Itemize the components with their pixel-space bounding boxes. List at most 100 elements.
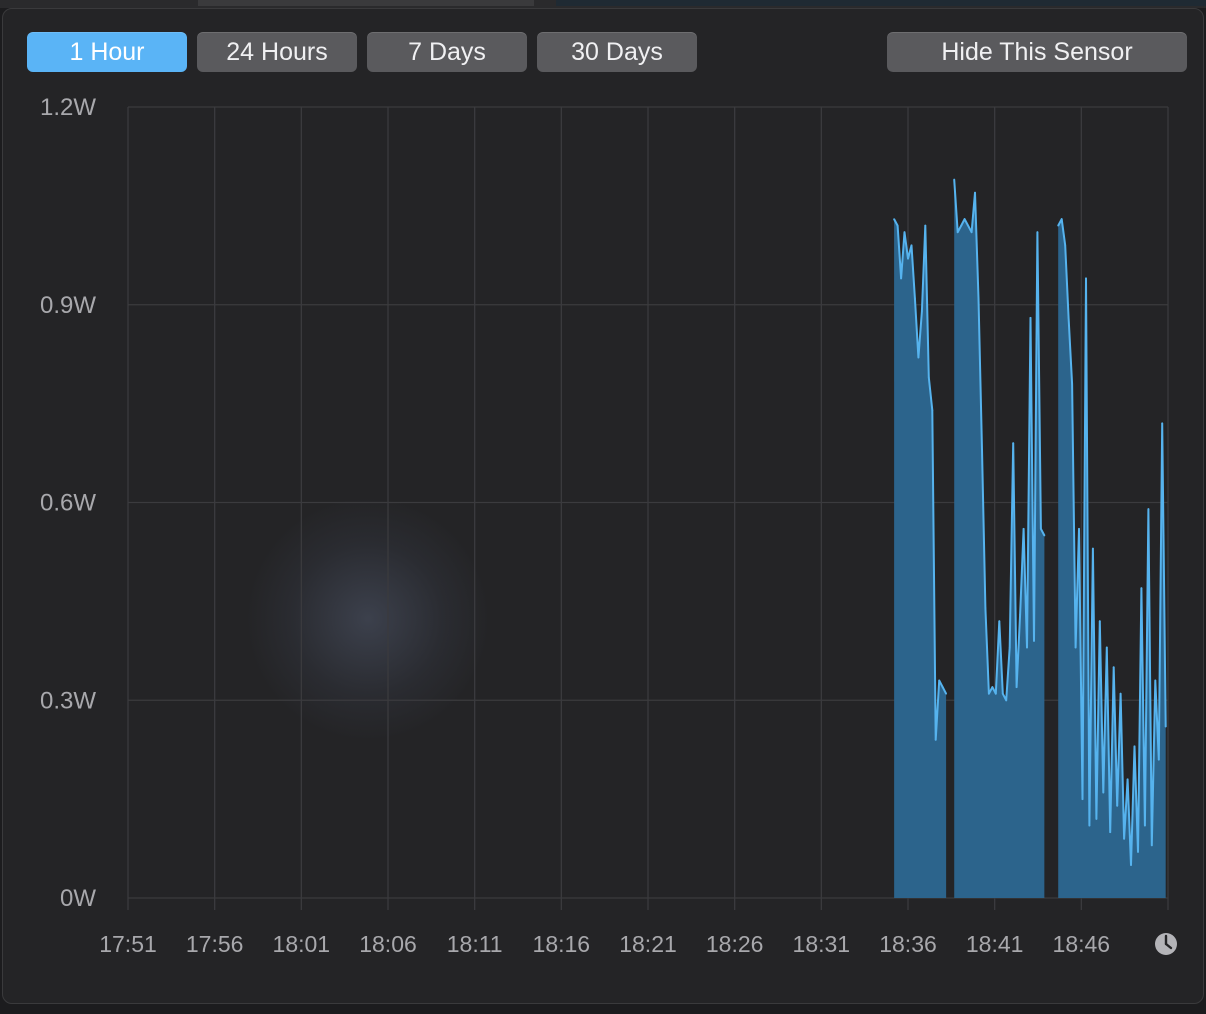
data-point xyxy=(974,191,976,194)
data-point xyxy=(1033,640,1035,642)
x-tick-label: 18:31 xyxy=(793,931,851,957)
data-point xyxy=(1164,725,1167,728)
series-area xyxy=(894,219,947,899)
data-point xyxy=(1085,277,1087,280)
window-top-strip xyxy=(0,0,1206,8)
clock-icon[interactable] xyxy=(1155,933,1177,955)
data-point xyxy=(1140,587,1143,590)
data-point xyxy=(1119,692,1122,695)
x-tick-label: 18:46 xyxy=(1053,931,1111,957)
data-point xyxy=(1057,224,1060,227)
data-point xyxy=(1137,851,1139,853)
data-point xyxy=(1043,534,1046,537)
data-point xyxy=(1161,422,1164,425)
power-chart: 0W0.3W0.6W0.9W1.2W 17:51 17:56 18:01 18:06 1… xyxy=(40,94,1177,957)
data-point xyxy=(1092,547,1094,550)
data-point xyxy=(907,257,909,260)
data-point xyxy=(977,297,980,300)
data-point xyxy=(1133,745,1136,748)
data-point xyxy=(1019,613,1021,616)
x-tick-label: 18:11 xyxy=(447,931,503,957)
data-point xyxy=(893,218,895,221)
x-tick-label: 18:36 xyxy=(879,931,937,957)
data-point xyxy=(900,277,902,280)
data-point xyxy=(1081,798,1084,800)
data-point xyxy=(1036,231,1039,234)
y-tick-label: 0.6W xyxy=(40,490,96,517)
data-point xyxy=(1095,818,1098,820)
x-tick-label: 17:56 xyxy=(186,931,244,957)
chart-areas xyxy=(894,179,1166,899)
x-tick-label: 18:01 xyxy=(273,931,331,957)
data-point xyxy=(941,686,944,688)
series-area xyxy=(954,179,1045,898)
data-point xyxy=(1105,646,1108,649)
data-point xyxy=(1008,646,1011,649)
data-point xyxy=(1001,692,1004,695)
y-tick-label: 0.3W xyxy=(40,687,96,714)
data-point xyxy=(956,231,959,234)
data-point xyxy=(967,224,969,227)
x-tick-label: 18:16 xyxy=(533,931,591,957)
data-point xyxy=(914,297,916,300)
data-point xyxy=(1123,837,1125,840)
data-point xyxy=(991,686,994,688)
data-point xyxy=(927,376,930,379)
x-tick-label: 18:41 xyxy=(966,931,1024,957)
data-point xyxy=(903,231,906,234)
data-point xyxy=(1130,864,1132,866)
data-point xyxy=(1012,442,1015,445)
data-point xyxy=(953,178,956,181)
data-point xyxy=(1116,804,1119,807)
data-point xyxy=(1147,508,1150,510)
data-point xyxy=(896,224,899,227)
data-point xyxy=(917,356,920,359)
data-point xyxy=(924,224,927,227)
data-point xyxy=(1005,699,1008,702)
data-point xyxy=(934,738,937,741)
data-point xyxy=(981,448,983,451)
data-point xyxy=(1088,824,1091,827)
data-point xyxy=(1109,831,1112,833)
data-point xyxy=(945,692,947,695)
data-point xyxy=(1067,317,1070,319)
sensor-chart-panel: 1 Hour 24 Hours 7 Days 30 Days Hide This… xyxy=(2,8,1204,1004)
data-point xyxy=(1015,686,1018,688)
data-point xyxy=(1112,666,1115,669)
y-axis: 0W 0.3W 0.6W 0.9W 1.2W xyxy=(40,94,96,912)
data-point xyxy=(994,692,997,695)
top-strip-segment xyxy=(198,0,534,6)
data-point xyxy=(1098,620,1101,623)
data-point xyxy=(921,310,923,313)
x-tick-label: 17:51 xyxy=(99,931,157,957)
x-tick-label: 18:21 xyxy=(619,931,677,957)
data-point xyxy=(970,231,973,234)
data-point xyxy=(1154,679,1157,682)
data-point xyxy=(1040,528,1042,530)
data-point xyxy=(984,607,987,609)
x-tick-label: 18:06 xyxy=(359,931,417,957)
data-point xyxy=(1071,383,1073,385)
data-point xyxy=(998,620,1001,623)
data-point xyxy=(960,224,963,227)
data-point xyxy=(1078,528,1080,530)
x-tick-label: 18:26 xyxy=(706,931,764,957)
data-point xyxy=(931,409,934,412)
data-point xyxy=(1157,758,1160,761)
data-point xyxy=(1029,317,1032,319)
data-point xyxy=(910,244,913,247)
data-point xyxy=(1064,244,1067,247)
top-strip-segment xyxy=(556,0,1206,6)
data-point xyxy=(1102,791,1105,794)
y-tick-label: 1.2W xyxy=(40,94,96,121)
data-point xyxy=(1060,218,1063,221)
data-point xyxy=(1126,778,1129,781)
data-point xyxy=(963,218,966,221)
data-point xyxy=(938,679,941,682)
x-axis: 17:51 17:56 18:01 18:06 18:11 18:16 18:21 18:26… xyxy=(99,931,1110,957)
data-point xyxy=(1144,824,1146,827)
data-point xyxy=(1022,528,1025,530)
data-point xyxy=(988,692,990,695)
data-point xyxy=(1150,844,1153,847)
data-point xyxy=(1074,646,1077,649)
